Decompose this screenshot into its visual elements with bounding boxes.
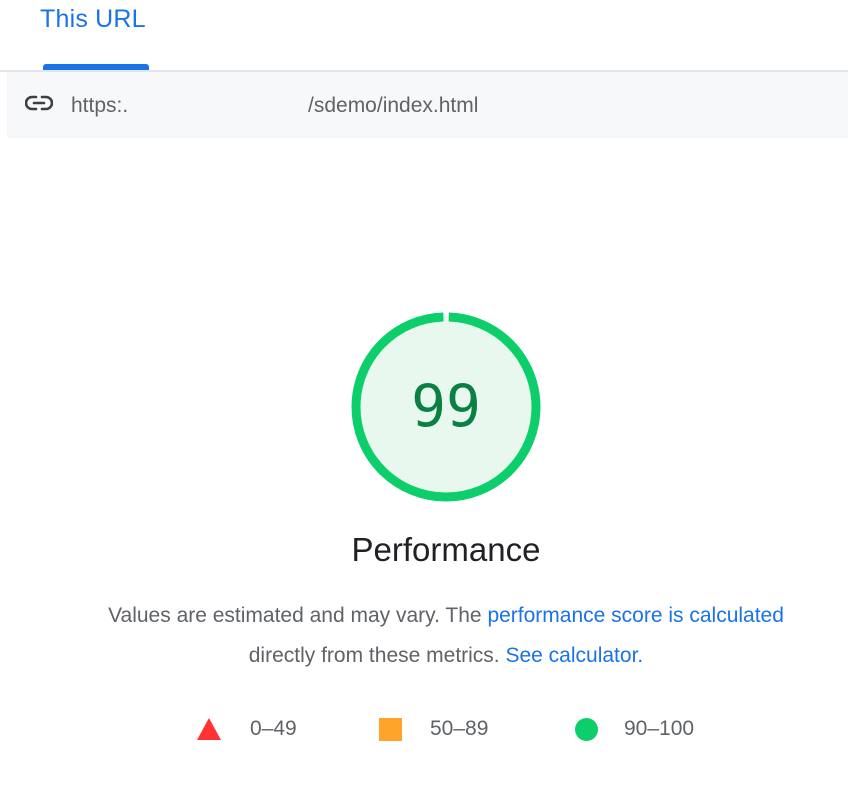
active-tab-indicator [43,64,149,70]
lighthouse-report: This URL https:. /sdemo/index.html 99 Pe… [0,0,848,788]
url-path: /sdemo/index.html [308,94,479,117]
performance-score: 99 [411,372,481,440]
description-line-1: Values are estimated and may vary. The p… [0,596,848,636]
performance-score-link[interactable]: performance score is calculated [487,604,783,627]
description-text-1: Values are estimated and may vary. The [108,604,488,627]
url-prefix: https:. [71,94,129,117]
green-circle-icon [575,718,598,741]
tab-this-url[interactable]: This URL [40,5,146,34]
link-icon [25,95,53,111]
see-calculator-link[interactable]: See calculator. [505,644,643,667]
orange-square-icon [379,718,402,741]
legend-average-range: 50–89 [430,717,489,740]
url-row: https:. /sdemo/index.html [7,72,848,138]
description-text-2: directly from these metrics. [248,644,506,667]
description-line-2: directly from these metrics. See calcula… [0,636,848,676]
score-description: Values are estimated and may vary. The p… [0,596,848,676]
legend-fail-range: 0–49 [250,717,297,740]
tab-bar: This URL [0,0,848,72]
legend-pass-range: 90–100 [624,717,695,740]
red-triangle-icon [197,718,221,740]
category-title: Performance [351,531,541,568]
